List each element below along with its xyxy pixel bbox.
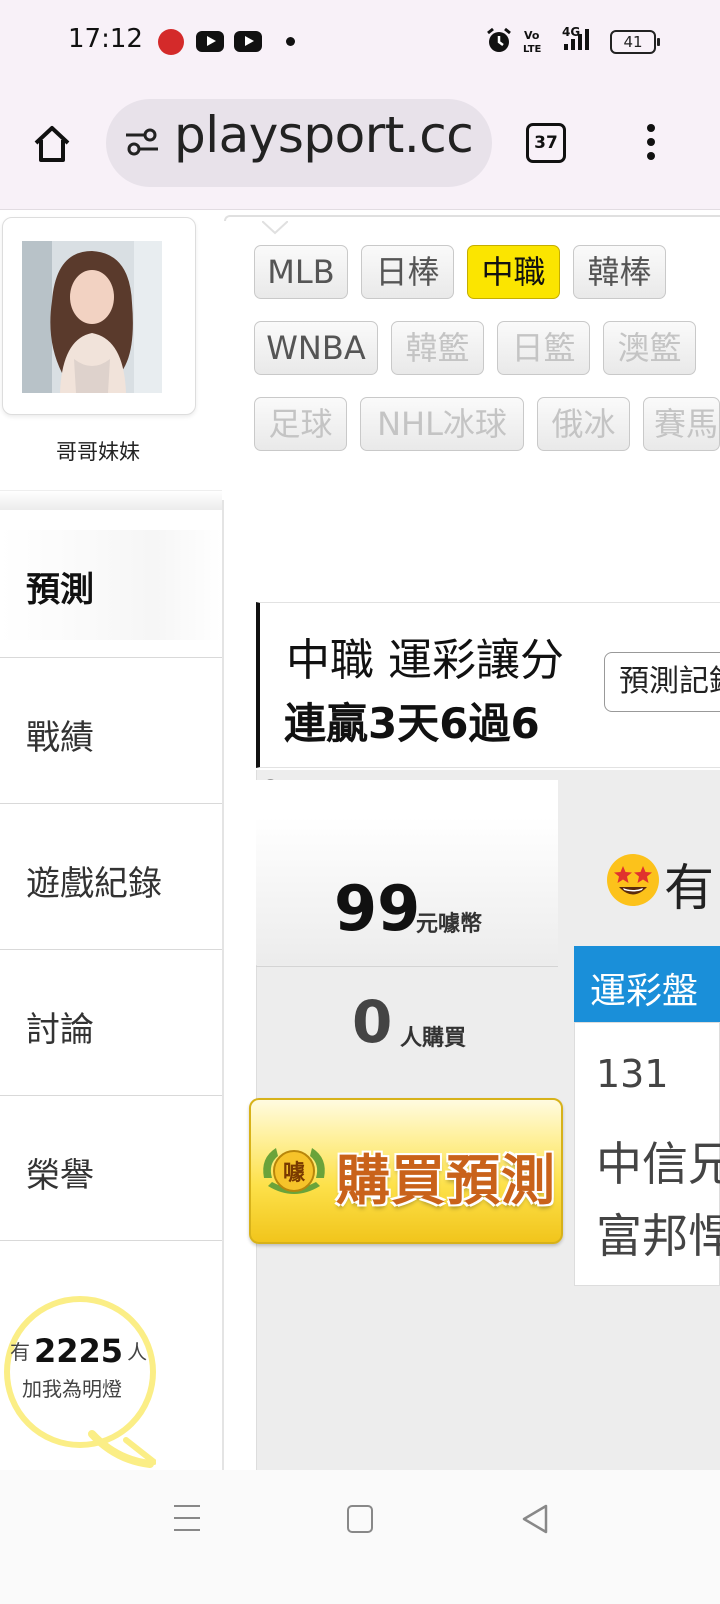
sidebar-item-game-history[interactable]: 遊戲紀錄 bbox=[0, 803, 222, 949]
youtube-icon bbox=[196, 31, 224, 52]
league-tag-nhl[interactable]: NHL冰球 bbox=[360, 397, 524, 451]
divider bbox=[256, 966, 558, 967]
notification-app-icon bbox=[158, 29, 184, 55]
nav-back-icon[interactable] bbox=[520, 1503, 550, 1535]
more-vert-icon[interactable] bbox=[644, 124, 658, 164]
svg-text:Vo: Vo bbox=[524, 29, 540, 42]
system-nav-bar bbox=[0, 1470, 720, 1604]
fans-count: 2225 bbox=[34, 1332, 124, 1370]
sidebar-item-label: 討論 bbox=[26, 1010, 94, 1050]
league-panel-border bbox=[224, 215, 720, 221]
league-tag-racing[interactable]: 賽馬 bbox=[643, 397, 720, 451]
price-value: 99 bbox=[334, 872, 421, 945]
sidebar-item-label: 戰績 bbox=[26, 718, 94, 758]
coin-emblem-icon: 噱 bbox=[263, 1148, 325, 1194]
sidebar-item-label: 榮譽 bbox=[26, 1156, 94, 1196]
team-away[interactable]: 富邦悍將 bbox=[596, 1200, 720, 1266]
sidebar-separator bbox=[0, 490, 222, 510]
league-tag-soccer[interactable]: 足球 bbox=[254, 397, 347, 451]
lightbulb-tail-icon bbox=[88, 1430, 156, 1468]
status-time: 17:12 bbox=[68, 24, 143, 54]
fans-count-line: 有 2225 人 bbox=[10, 1332, 147, 1370]
youtube-icon bbox=[234, 31, 262, 52]
screen: 17:12 Vo LTE 4G 41 playsport.cc 37 哥哥妹妹 … bbox=[0, 0, 720, 1604]
avatar[interactable] bbox=[22, 241, 162, 393]
sidebar-item-label[interactable]: 預測 bbox=[26, 562, 94, 611]
sidebar-item-label: 遊戲紀錄 bbox=[26, 864, 162, 904]
recent-apps-icon[interactable] bbox=[174, 1505, 200, 1535]
price-unit: 元噱幣 bbox=[416, 912, 483, 937]
4g-signal-icon: 4G bbox=[562, 25, 589, 50]
nav-home-icon[interactable] bbox=[347, 1505, 373, 1533]
fans-badge[interactable] bbox=[4, 1296, 156, 1448]
tab-sports-lottery-label[interactable]: 運彩盤 bbox=[590, 962, 698, 1014]
prediction-title: 中職 運彩讓分 bbox=[286, 635, 564, 686]
tune-icon[interactable] bbox=[124, 126, 160, 158]
sidebar-item-discussion[interactable]: 討論 bbox=[0, 949, 222, 1095]
sidebar-item-record[interactable]: 戰績 bbox=[0, 657, 222, 803]
alarm-icon bbox=[487, 27, 511, 52]
panel-pointer bbox=[262, 221, 288, 235]
sidebar-item-honor[interactable]: 榮譽 bbox=[0, 1095, 222, 1241]
buyers-unit: 人購買 bbox=[400, 1026, 467, 1051]
buy-prediction-label[interactable]: 購買預測 bbox=[336, 1136, 556, 1215]
tab-count-button[interactable]: 37 bbox=[526, 123, 566, 163]
league-tag-khl[interactable]: 俄冰 bbox=[537, 397, 630, 451]
fans-prefix: 有 bbox=[10, 1340, 30, 1364]
league-tag-wnba[interactable]: WNBA bbox=[254, 321, 378, 375]
league-tag-cpbl[interactable]: 中職 bbox=[467, 245, 560, 299]
url-text[interactable]: playsport.cc bbox=[174, 106, 484, 164]
league-tag-npb[interactable]: 日棒 bbox=[361, 245, 454, 299]
username[interactable]: 哥哥妹妹 bbox=[0, 436, 196, 466]
league-tag-kbl[interactable]: 韓籃 bbox=[391, 321, 484, 375]
buyers-count: 0 bbox=[352, 988, 393, 1056]
svg-text:LTE: LTE bbox=[523, 44, 542, 54]
team-home[interactable]: 中信兄弟 bbox=[596, 1128, 720, 1194]
fans-caption: 加我為明燈 bbox=[22, 1377, 122, 1401]
game-number: 131 bbox=[596, 1052, 669, 1096]
fans-suffix: 人 bbox=[127, 1340, 148, 1364]
league-tag-bleague[interactable]: 日籃 bbox=[497, 321, 590, 375]
more-notifications-dot bbox=[286, 37, 295, 46]
sidebar-border bbox=[222, 500, 224, 1470]
league-tag-kbo[interactable]: 韓棒 bbox=[573, 245, 666, 299]
info-text: 有 bbox=[664, 859, 714, 917]
volte-icon: Vo LTE bbox=[523, 29, 542, 54]
star-struck-emoji-icon bbox=[607, 854, 659, 906]
league-tag-mlb[interactable]: MLB bbox=[254, 245, 348, 299]
league-tag-nbl[interactable]: 澳籃 bbox=[603, 321, 696, 375]
prediction-streak: 連贏3天6過6 bbox=[284, 699, 540, 748]
prediction-record-button[interactable]: 預測記錄 bbox=[604, 652, 720, 712]
home-icon[interactable] bbox=[32, 124, 72, 164]
battery-indicator: 41 bbox=[610, 30, 660, 54]
svg-text:4G: 4G bbox=[562, 25, 580, 39]
emblem-char: 噱 bbox=[283, 1161, 306, 1186]
